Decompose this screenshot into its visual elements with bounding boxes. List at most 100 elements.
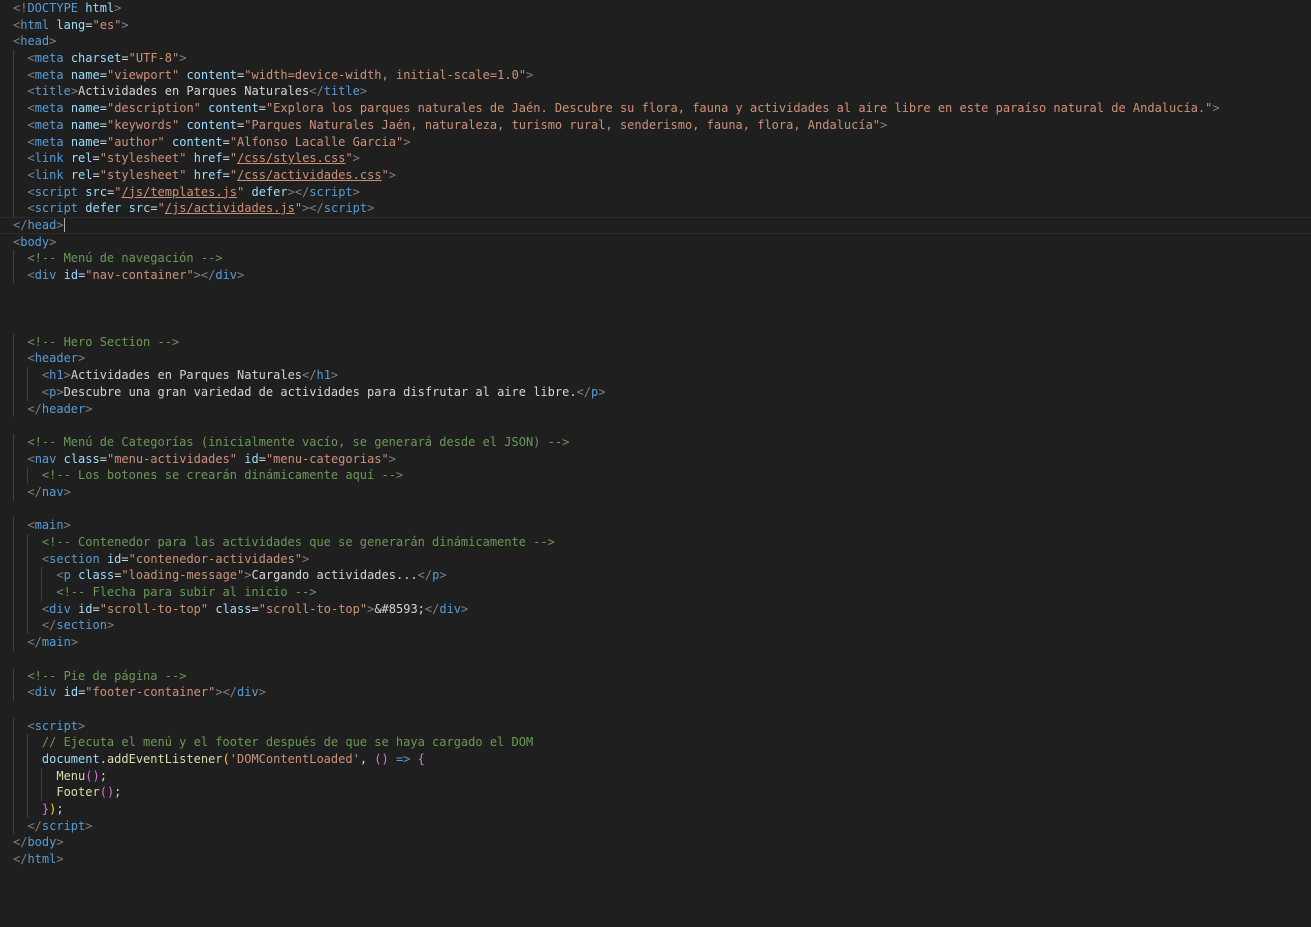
- code-line[interactable]: </header>: [0, 400, 1311, 418]
- code-line[interactable]: <meta name="keywords" content="Parques N…: [0, 116, 1311, 134]
- code-token: <!-- Menú de navegación -->: [27, 251, 223, 266]
- indent-guide: [13, 517, 14, 534]
- code-token: >: [388, 451, 396, 466]
- code-token: <: [27, 84, 35, 99]
- code-line[interactable]: [0, 417, 1311, 434]
- code-token: "viewport": [106, 67, 180, 82]
- code-line[interactable]: <script>: [0, 717, 1311, 735]
- code-token: script: [34, 201, 79, 216]
- code-line[interactable]: <head>: [0, 33, 1311, 50]
- indent-guide: [13, 550, 14, 568]
- code-line[interactable]: [0, 701, 1311, 718]
- code-line[interactable]: <div id="nav-container"></div>: [0, 267, 1311, 284]
- code-line[interactable]: <div id="footer-container"></div>: [0, 684, 1311, 701]
- code-line[interactable]: <meta charset="UTF-8">: [0, 50, 1311, 67]
- code-line[interactable]: <link rel="stylesheet" href="/css/activi…: [0, 166, 1311, 184]
- code-line[interactable]: <!-- Pie de página -->: [0, 667, 1311, 685]
- code-line[interactable]: <link rel="stylesheet" href="/css/styles…: [0, 150, 1311, 167]
- code-line[interactable]: <section id="contenedor-actividades">: [0, 550, 1311, 568]
- code-line[interactable]: <!DOCTYPE html>: [0, 0, 1311, 17]
- indent-guide: [13, 267, 14, 284]
- code-line[interactable]: </head>: [0, 216, 1311, 234]
- indent-guide: [13, 667, 14, 685]
- code-token: >: [49, 234, 57, 249]
- code-token: >: [70, 84, 79, 99]
- text-cursor: [63, 218, 65, 233]
- code-line[interactable]: Menu();: [0, 767, 1311, 785]
- code-line[interactable]: <!-- Menú de navegación -->: [0, 250, 1311, 267]
- code-line[interactable]: <!-- Contenedor para las actividades que…: [0, 534, 1311, 551]
- code-line[interactable]: <script src="/js/templates.js" defer></s…: [0, 183, 1311, 201]
- code-token: >: [56, 835, 64, 850]
- code-line[interactable]: <title>Actividades en Parques Naturales<…: [0, 83, 1311, 101]
- code-token: rel: [70, 151, 93, 166]
- code-token: >: [352, 151, 360, 166]
- code-line[interactable]: <html lang="es">: [0, 17, 1311, 34]
- code-token: id: [244, 451, 259, 466]
- code-token: "nav-container": [85, 268, 194, 282]
- code-line[interactable]: <!-- Los botones se crearán dinámicament…: [0, 467, 1311, 484]
- code-line[interactable]: </section>: [0, 617, 1311, 635]
- code-token: header: [41, 401, 86, 416]
- code-token: <: [27, 67, 35, 82]
- indent-guide: [27, 467, 28, 484]
- code-token: </: [13, 852, 28, 867]
- code-line[interactable]: [0, 501, 1311, 518]
- code-line[interactable]: <!-- Flecha para subir al inicio -->: [0, 584, 1311, 601]
- code-line[interactable]: <meta name="viewport" content="width=dev…: [0, 66, 1311, 84]
- code-line[interactable]: // Ejecuta el menú y el footer después d…: [0, 734, 1311, 751]
- code-line[interactable]: <meta name="description" content="Explor…: [0, 100, 1311, 117]
- code-token: "width=device-width, initial-scale=1.0": [244, 67, 527, 82]
- code-line[interactable]: <meta name="author" content="Alfonso Lac…: [0, 133, 1311, 151]
- code-line[interactable]: <p>Descubre una gran variedad de activid…: [0, 383, 1311, 401]
- code-token: name: [70, 67, 100, 82]
- code-token: =: [222, 167, 230, 182]
- code-line[interactable]: });: [0, 801, 1311, 818]
- code-line[interactable]: <main>: [0, 517, 1311, 534]
- code-line[interactable]: Footer();: [0, 784, 1311, 801]
- code-token: content: [208, 101, 259, 116]
- indent-guide: [13, 817, 14, 835]
- code-line[interactable]: <p class="loading-message">Cargando acti…: [0, 567, 1311, 585]
- code-line[interactable]: </html>: [0, 851, 1311, 868]
- code-token: content: [186, 117, 238, 132]
- code-token: content: [186, 67, 238, 82]
- code-token: </: [27, 401, 42, 416]
- code-line[interactable]: <header>: [0, 350, 1311, 368]
- code-token: div: [34, 268, 57, 282]
- code-line[interactable]: </body>: [0, 834, 1311, 851]
- code-editor[interactable]: <!DOCTYPE html> <html lang="es"> <head> <m…: [0, 0, 1311, 927]
- code-token: (: [222, 751, 230, 766]
- code-token: <!-- Menú de Categorías (inicialmente va…: [27, 434, 570, 449]
- code-line[interactable]: <script defer src="/js/actividades.js"><…: [0, 200, 1311, 217]
- code-token: section: [49, 551, 100, 566]
- indent-guide: [13, 767, 14, 785]
- code-line[interactable]: </script>: [0, 817, 1311, 835]
- code-line[interactable]: [0, 651, 1311, 668]
- code-line[interactable]: <h1>Actividades en Parques Naturales</h1…: [0, 367, 1311, 384]
- code-line[interactable]: </nav>: [0, 483, 1311, 501]
- code-line[interactable]: <!-- Hero Section -->: [0, 333, 1311, 351]
- code-token: <: [27, 268, 35, 282]
- code-line[interactable]: <!-- Menú de Categorías (inicialmente va…: [0, 433, 1311, 451]
- indent-guide: [13, 784, 14, 801]
- code-token: =: [85, 17, 93, 32]
- code-line[interactable]: <body>: [0, 234, 1311, 251]
- code-token: >: [121, 17, 129, 32]
- code-line[interactable]: </main>: [0, 634, 1311, 651]
- code-line[interactable]: <nav class="menu-actividades" id="menu-c…: [0, 450, 1311, 468]
- code-line[interactable]: [0, 300, 1311, 317]
- code-token: id: [63, 685, 79, 700]
- code-line[interactable]: [0, 317, 1311, 334]
- code-line[interactable]: <div id="scroll-to-top" class="scroll-to…: [0, 600, 1311, 618]
- code-line[interactable]: [0, 284, 1311, 301]
- indent-guide: [13, 166, 14, 184]
- code-token: >: [114, 1, 122, 15]
- code-line[interactable]: document.addEventListener('DOMContentLoa…: [0, 750, 1311, 768]
- code-token: body: [27, 835, 57, 850]
